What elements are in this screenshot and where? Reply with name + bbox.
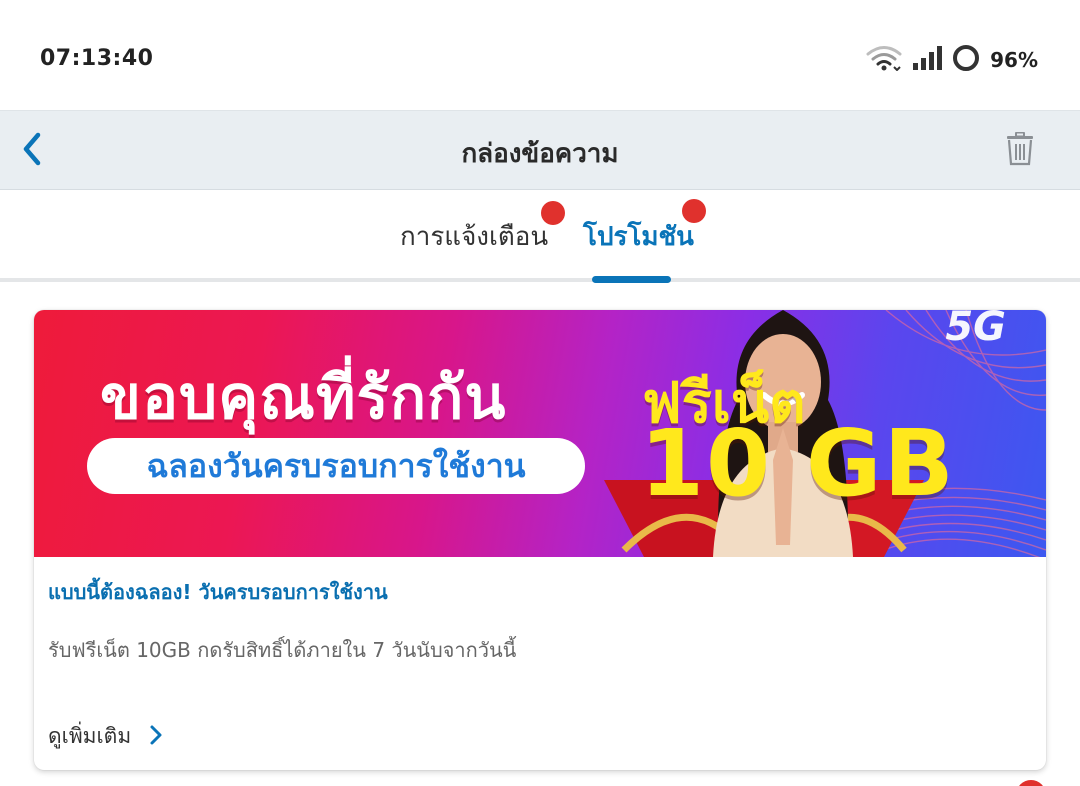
trash-icon	[1006, 131, 1034, 170]
banner-pill-text: ฉลองวันครบรอบการใช้งาน	[146, 446, 526, 485]
promo-banner[interactable]: ขอบคุณที่รักกัน ฉลองวันครบรอบการใช้งาน ฟ…	[34, 310, 1046, 557]
next-card-unread-dot	[1016, 780, 1046, 786]
inbox-tabs: การแจ้งเตือน โปรโมชัน	[0, 190, 1080, 283]
promo-card[interactable]: ขอบคุณที่รักกัน ฉลองวันครบรอบการใช้งาน ฟ…	[34, 310, 1046, 770]
battery-percent: 96%	[990, 48, 1038, 72]
app-header: กล่องข้อความ	[0, 110, 1080, 190]
battery-ring-icon	[952, 44, 980, 76]
tab-promotions[interactable]: โปรโมชัน	[583, 216, 694, 257]
active-tab-indicator	[592, 276, 671, 283]
see-more-label: ดูเพิ่มเติม	[48, 724, 132, 748]
banner-headline: ขอบคุณที่รักกัน	[100, 363, 507, 433]
page-title: กล่องข้อความ	[461, 139, 619, 169]
banner-data-amount: 10 GB	[640, 410, 956, 517]
see-more-link[interactable]: ดูเพิ่มเติม	[48, 720, 163, 753]
status-bar: 07:13:40 96%	[0, 0, 1080, 110]
promotions-unread-dot	[682, 199, 706, 223]
notifications-unread-dot	[541, 201, 565, 225]
status-time: 07:13:40	[40, 46, 154, 71]
banner-pill: ฉลองวันครบรอบการใช้งาน	[87, 438, 585, 494]
wifi-icon	[866, 45, 902, 75]
delete-button[interactable]	[1000, 131, 1040, 171]
tab-notifications[interactable]: การแจ้งเตือน	[400, 216, 548, 257]
status-icons: 96%	[866, 44, 1038, 76]
chevron-right-icon	[149, 724, 163, 750]
promo-title[interactable]: แบบนี้ต้องฉลอง! วันครบรอบการใช้งาน	[48, 576, 388, 608]
promo-description: รับฟรีเน็ต 10GB กดรับสิทธิ์ได้ภายใน 7 วั…	[48, 638, 517, 662]
tabs-divider	[0, 278, 1080, 282]
banner-5g-badge: 5G	[945, 310, 1006, 350]
signal-icon	[912, 45, 943, 75]
